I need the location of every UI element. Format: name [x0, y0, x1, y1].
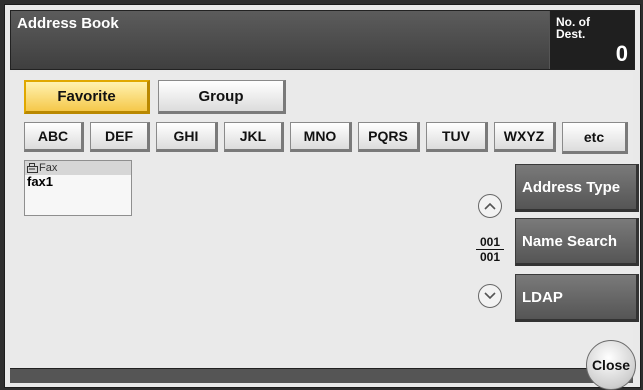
entry-name: fax1 [27, 174, 54, 189]
chevron-up-icon [484, 202, 496, 210]
scroll-down-button[interactable] [478, 284, 502, 308]
index-ghi-button[interactable]: GHI [156, 122, 218, 152]
index-wxyz-button[interactable]: WXYZ [494, 122, 556, 152]
index-def-button[interactable]: DEF [90, 122, 150, 152]
entry-type-label: Fax [39, 162, 58, 174]
page-total: 001 [479, 250, 501, 264]
index-abc-button[interactable]: ABC [24, 122, 84, 152]
footer-bar [10, 368, 633, 383]
page-current: 001 [479, 235, 501, 249]
address-type-button[interactable]: Address Type [515, 164, 639, 212]
main-panel: Favorite Group ABC DEF GHI JKL MNO PQRS … [10, 72, 639, 368]
destination-count-label: No. of Dest. [556, 15, 590, 41]
index-jkl-button[interactable]: JKL [224, 122, 284, 152]
fax-icon [27, 163, 38, 173]
scroll-up-button[interactable] [478, 194, 502, 218]
index-pqrs-button[interactable]: PQRS [358, 122, 420, 152]
index-mno-button[interactable]: MNO [290, 122, 352, 152]
page-indicator: 001 001 [476, 236, 504, 263]
entry-type-row: Fax [25, 161, 131, 175]
chevron-down-icon [484, 292, 496, 300]
name-search-button[interactable]: Name Search [515, 218, 639, 266]
ldap-button[interactable]: LDAP [515, 274, 639, 322]
index-tuv-button[interactable]: TUV [426, 122, 488, 152]
page-title: Address Book [17, 15, 119, 32]
address-entry[interactable]: Fax fax1 [24, 160, 132, 216]
destination-counter: No. of Dest. 0 [549, 11, 634, 69]
tab-favorite[interactable]: Favorite [24, 80, 150, 114]
tab-group[interactable]: Group [158, 80, 286, 114]
close-button[interactable]: Close [586, 340, 636, 390]
header-bar: Address Book No. of Dest. 0 [10, 10, 635, 70]
destination-count-value: 0 [615, 41, 628, 66]
index-etc-button[interactable]: etc [562, 122, 628, 154]
